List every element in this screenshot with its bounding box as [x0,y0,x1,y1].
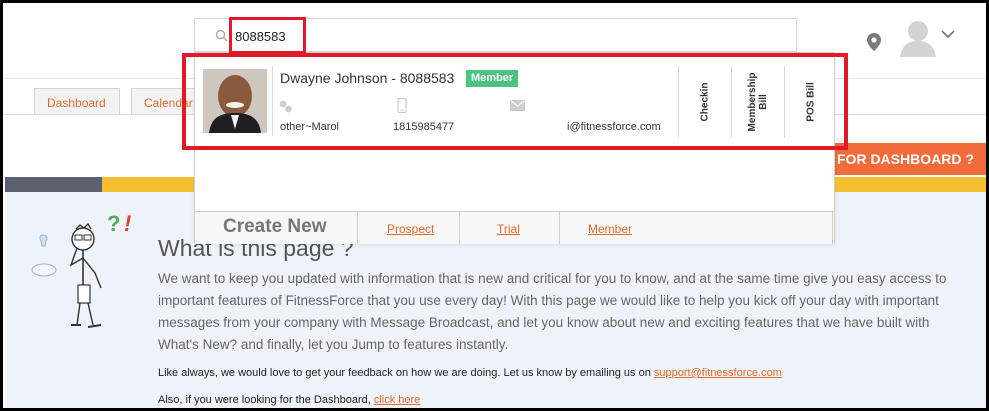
exclamation-glyph: ! [124,211,132,236]
feedback-text: Like always, we would love to get your f… [158,367,654,379]
support-email-link[interactable]: support@fitnessforce.com [654,367,782,379]
dashboard-banner[interactable]: FOR DASHBOARD ? [829,143,986,175]
create-trial-link[interactable]: Trial [459,212,559,244]
color-stripe-dark [5,177,102,192]
tab-dashboard[interactable]: Dashboard [34,88,120,115]
location-pin-icon[interactable] [867,33,881,51]
question-mark-glyph: ? [107,211,121,236]
app-frame: Dashboard Calendar FOR DASHBOARD ? ? ! W… [3,3,986,408]
create-new-label: Create New [223,216,327,237]
feedback-line: Like always, we would love to get your f… [158,367,782,379]
create-prospect-link[interactable]: Prospect [357,212,459,244]
create-member-link[interactable]: Member [559,212,833,244]
dashboard-line: Also, if you were looking for the Dashbo… [158,394,420,406]
create-new-row: Create New Prospect Trial Member [195,211,834,244]
user-avatar-icon[interactable] [898,17,938,57]
dashboard-click-here-link[interactable]: click here [374,394,420,406]
search-highlight-box [229,17,306,54]
result-highlight-box [182,53,848,150]
dashboard-text: Also, if you were looking for the Dashbo… [158,394,374,406]
create-row-end-divider [832,212,833,244]
search-icon [215,29,228,42]
intro-paragraph: We want to keep you updated with informa… [158,271,947,352]
chevron-down-icon[interactable] [941,29,955,39]
